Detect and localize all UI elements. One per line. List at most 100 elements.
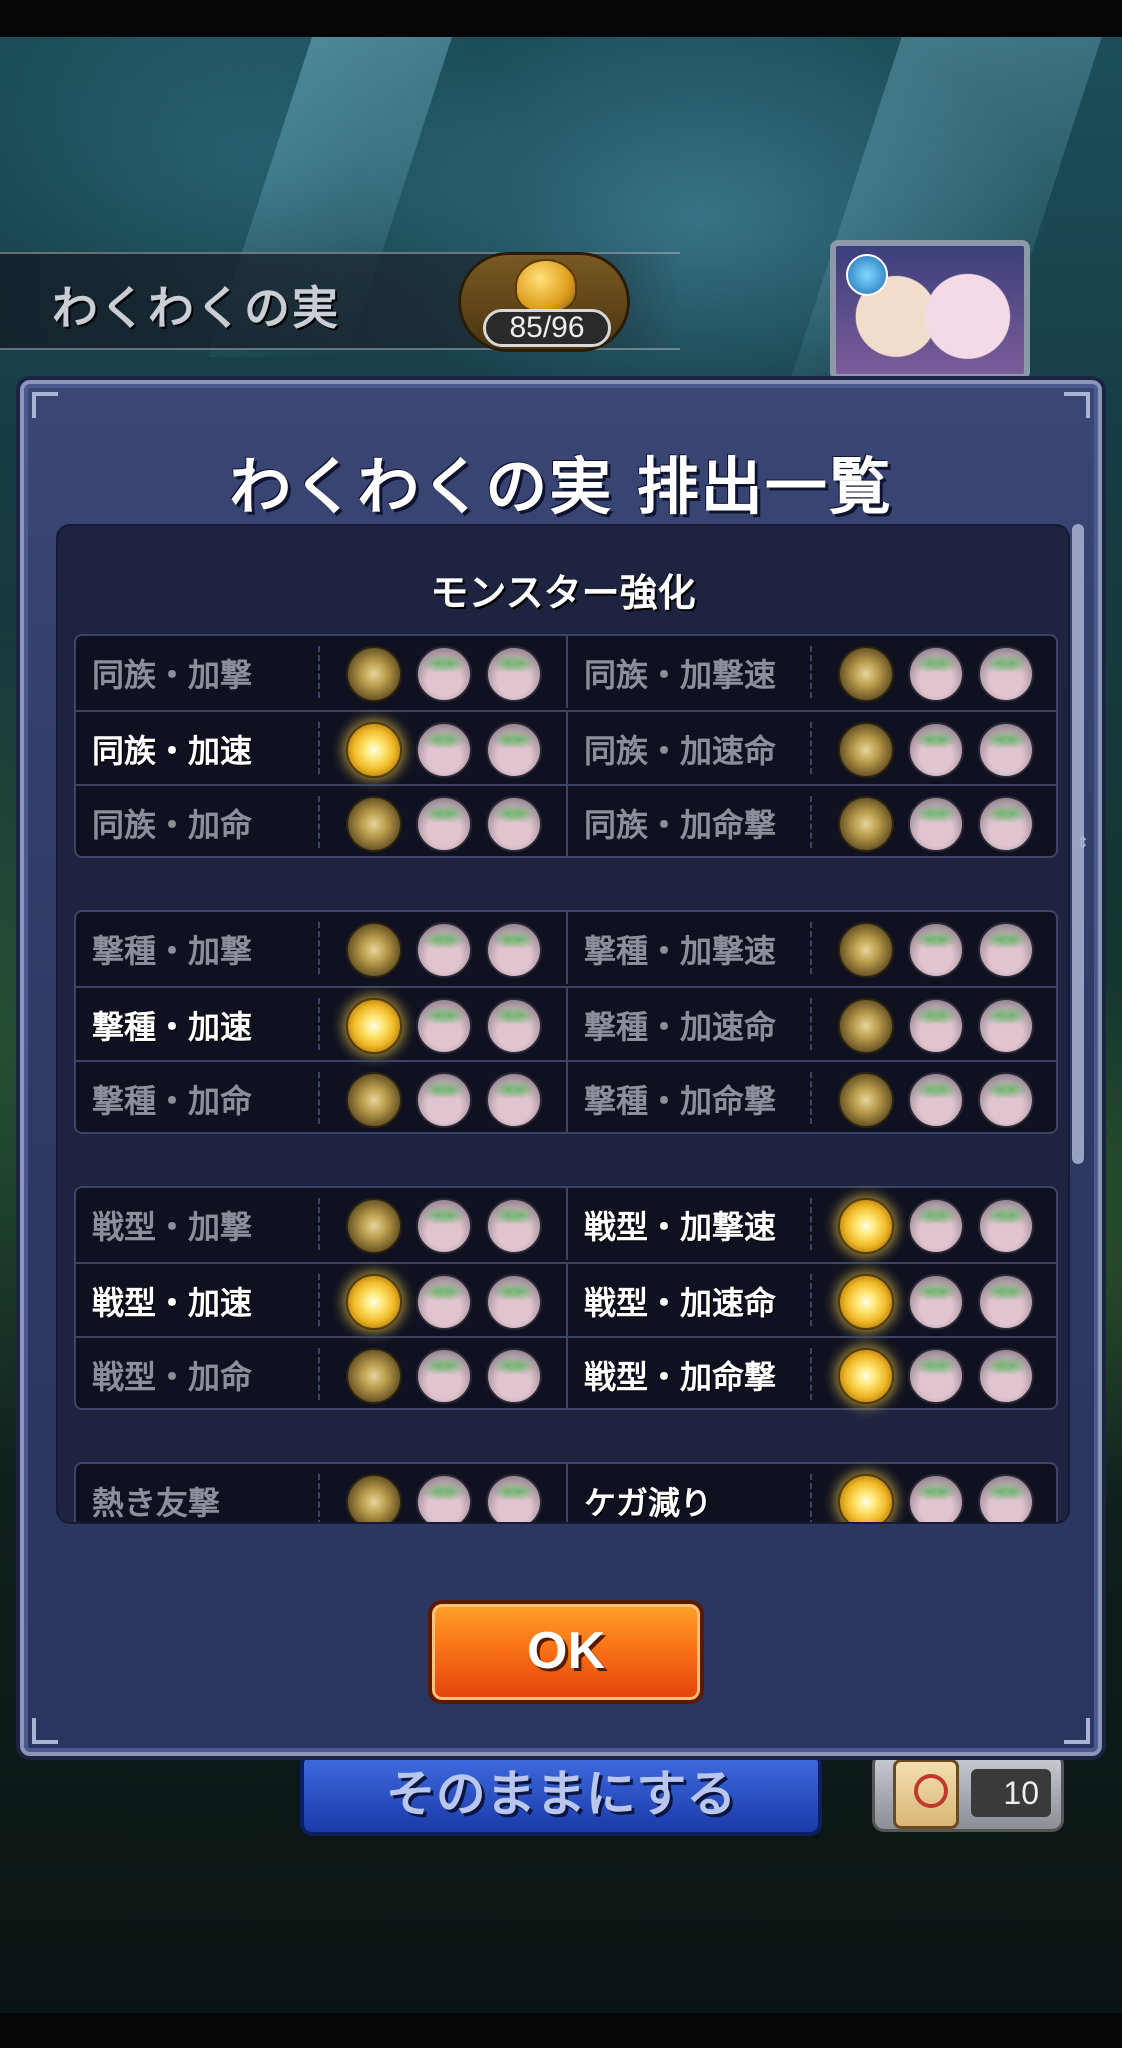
scroll-grip-icon: ⇕ — [1076, 833, 1090, 852]
bud-icon — [978, 646, 1034, 702]
skill-label: 戦型・加命 — [92, 1358, 253, 1396]
bud-icon — [486, 922, 542, 978]
skill-entry[interactable]: 熱き友撃 — [76, 1464, 568, 1522]
skill-entry[interactable]: 撃種・加速 — [76, 988, 568, 1060]
skill-label: 戦型・加撃速 — [584, 1208, 777, 1246]
skill-label: 同族・加撃 — [92, 656, 253, 694]
skill-label: ケガ減り — [584, 1484, 713, 1522]
bud-icon — [908, 796, 964, 852]
bud-icon — [978, 796, 1034, 852]
skill-entry[interactable]: 同族・加撃 — [76, 636, 568, 708]
bud-icon — [486, 1348, 542, 1404]
section-title: モンスター強化 — [430, 571, 696, 615]
bud-icon — [416, 646, 472, 702]
skill-entry[interactable]: 戦型・加撃 — [76, 1188, 568, 1260]
bud-icon — [416, 922, 472, 978]
skill-row: 同族・加速 同族・加速命 — [76, 710, 1056, 784]
bud-icon — [416, 1198, 472, 1254]
dashed-divider — [810, 922, 812, 974]
gold-seed-icon — [346, 722, 402, 778]
dashed-divider — [810, 1198, 812, 1250]
bud-icon — [416, 1348, 472, 1404]
gold-seed-icon — [346, 922, 402, 978]
dashed-divider — [318, 1198, 320, 1250]
skill-entry[interactable]: 同族・加命 — [76, 786, 568, 858]
gold-seed-icon — [838, 922, 894, 978]
dashed-divider — [810, 1474, 812, 1522]
dashed-divider — [318, 796, 320, 848]
bud-icon — [908, 722, 964, 778]
scrollbar[interactable] — [1072, 524, 1084, 1524]
skill-label: 熱き友撃 — [92, 1484, 221, 1522]
skill-entry[interactable]: 同族・加速 — [76, 712, 568, 784]
bud-icon — [908, 1072, 964, 1128]
dashed-divider — [810, 722, 812, 774]
dashed-divider — [810, 796, 812, 848]
fruit-counter: 85/96 — [458, 252, 630, 352]
dashed-divider — [810, 646, 812, 698]
bud-icon — [486, 1072, 542, 1128]
bud-icon — [908, 1474, 964, 1522]
skill-entry[interactable]: 戦型・加撃速 — [568, 1188, 1060, 1260]
skill-row: 撃種・加速 撃種・加速命 — [76, 986, 1056, 1060]
scroll-count: 10 — [971, 1769, 1051, 1817]
bud-icon — [978, 1274, 1034, 1330]
bud-icon — [486, 998, 542, 1054]
corner-ornament — [1064, 392, 1090, 418]
leave-as-is-button[interactable]: そのままにする — [300, 1752, 822, 1836]
skill-label: 戦型・加速 — [92, 1284, 253, 1322]
gold-seed-icon — [838, 722, 894, 778]
bud-icon — [978, 1072, 1034, 1128]
bud-icon — [416, 1072, 472, 1128]
skill-row: 同族・加撃 同族・加撃速 — [76, 636, 1056, 710]
skill-entry[interactable]: ケガ減り — [568, 1464, 1060, 1522]
skill-group: 同族・加撃 同族・加撃速 同族・加速 同族・加速命 同族・加命 同族・加命撃 — [74, 634, 1058, 858]
gold-seed-icon — [838, 1072, 894, 1128]
ok-button[interactable]: OK — [428, 1600, 704, 1704]
fruit-count: 85/96 — [483, 309, 611, 347]
skill-label: 撃種・加撃 — [92, 932, 253, 970]
corner-ornament — [1064, 1718, 1090, 1744]
monster-portrait-card[interactable] — [830, 240, 1030, 380]
gold-seed-icon — [838, 1274, 894, 1330]
skill-entry[interactable]: 撃種・加命 — [76, 1062, 568, 1134]
skill-group: 撃種・加撃 撃種・加撃速 撃種・加速 撃種・加速命 撃種・加命 撃種・加命撃 — [74, 910, 1058, 1134]
skill-entry[interactable]: 戦型・加速 — [76, 1264, 568, 1336]
bud-icon — [416, 1474, 472, 1522]
skill-entry[interactable]: 撃種・加速命 — [568, 988, 1060, 1060]
bud-icon — [416, 1274, 472, 1330]
scroll-item-counter[interactable]: 10 — [872, 1752, 1064, 1832]
skill-entry[interactable]: 撃種・加命撃 — [568, 1062, 1060, 1134]
skill-label: 同族・加命撃 — [584, 806, 777, 844]
skill-entry[interactable]: 戦型・加命 — [76, 1338, 568, 1410]
skill-group: 熱き友撃 ケガ減り — [74, 1462, 1058, 1522]
skill-entry[interactable]: 同族・加命撃 — [568, 786, 1060, 858]
bud-icon — [908, 922, 964, 978]
skill-entry[interactable]: 撃種・加撃速 — [568, 912, 1060, 984]
bud-icon — [908, 646, 964, 702]
gold-seed-icon — [346, 998, 402, 1054]
drop-list-panel[interactable]: モンスター強化 同族・加撃 同族・加撃速 同族・加速 同族・加速命 同族・加命 同族・加命… — [56, 524, 1070, 1524]
element-icon — [846, 254, 888, 296]
gold-seed-icon — [838, 998, 894, 1054]
skill-entry[interactable]: 戦型・加速命 — [568, 1264, 1060, 1336]
skill-entry[interactable]: 同族・加速命 — [568, 712, 1060, 784]
skill-label: 撃種・加命 — [92, 1082, 253, 1120]
bud-icon — [978, 1198, 1034, 1254]
drop-list-scroll[interactable]: モンスター強化 同族・加撃 同族・加撃速 同族・加速 同族・加速命 同族・加命 同族・加命… — [58, 526, 1068, 1522]
dashed-divider — [318, 646, 320, 698]
skill-label: 撃種・加撃速 — [584, 932, 777, 970]
bud-icon — [486, 1474, 542, 1522]
gold-seed-icon — [346, 1072, 402, 1128]
dashed-divider — [318, 1474, 320, 1522]
skill-entry[interactable]: 戦型・加命撃 — [568, 1338, 1060, 1410]
gold-seed-icon — [838, 1348, 894, 1404]
dashed-divider — [318, 1348, 320, 1400]
gold-seed-icon — [838, 796, 894, 852]
skill-entry[interactable]: 撃種・加撃 — [76, 912, 568, 984]
skill-entry[interactable]: 同族・加撃速 — [568, 636, 1060, 708]
skill-row: 戦型・加速 戦型・加速命 — [76, 1262, 1056, 1336]
skill-row: 撃種・加撃 撃種・加撃速 — [76, 912, 1056, 986]
bud-icon — [978, 722, 1034, 778]
skill-row: 熱き友撃 ケガ減り — [76, 1464, 1056, 1522]
